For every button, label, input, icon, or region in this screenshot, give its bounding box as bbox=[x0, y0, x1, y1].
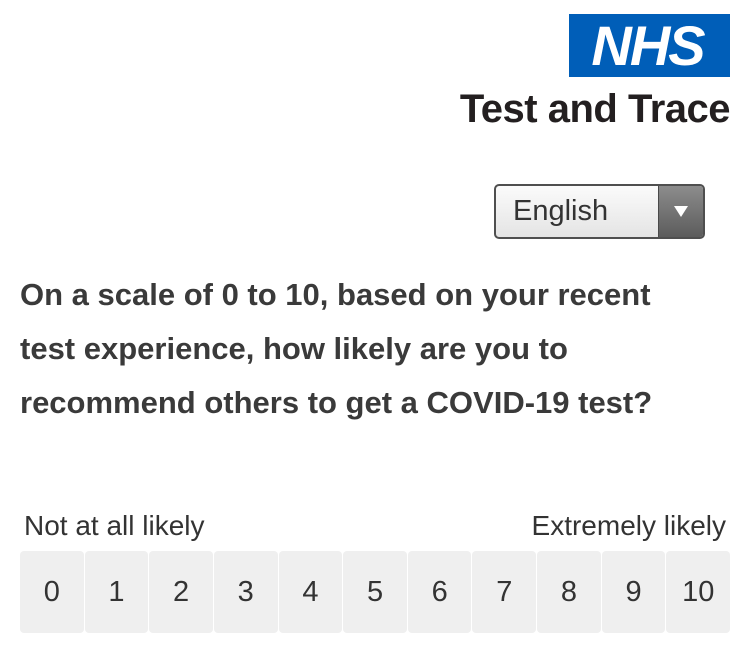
language-select-value: English bbox=[513, 195, 609, 227]
rating-option-9[interactable]: 9 bbox=[601, 551, 666, 633]
scale-labels: Not at all likely Extremely likely bbox=[24, 508, 726, 544]
survey-question: On a scale of 0 to 10, based on your rec… bbox=[20, 277, 653, 420]
rating-option-2[interactable]: 2 bbox=[149, 551, 213, 633]
service-name: Test and Trace bbox=[459, 87, 731, 131]
triangle-down-icon bbox=[658, 186, 703, 237]
rating-option-6[interactable]: 6 bbox=[407, 551, 472, 633]
rating-option-1[interactable]: 1 bbox=[84, 551, 149, 633]
rating-option-8[interactable]: 8 bbox=[537, 551, 601, 633]
rating-option-4[interactable]: 4 bbox=[278, 551, 343, 633]
rating-option-7[interactable]: 7 bbox=[472, 551, 537, 633]
rating-option-3[interactable]: 3 bbox=[213, 551, 278, 633]
scale-max-label: Extremely likely bbox=[531, 510, 726, 541]
language-select[interactable]: English bbox=[494, 184, 705, 239]
nhs-logo: NHS bbox=[569, 14, 730, 77]
triangle-down-icon-shape bbox=[674, 206, 688, 217]
rating-option-0[interactable]: 0 bbox=[20, 551, 84, 633]
rating-option-10[interactable]: 10 bbox=[666, 551, 731, 633]
header: NHS Test and Trace bbox=[459, 14, 731, 133]
rating-option-5[interactable]: 5 bbox=[343, 551, 407, 633]
scale-min-label: Not at all likely bbox=[24, 510, 205, 541]
rating-scale: 0 1 2 3 4 5 6 7 8 9 10 bbox=[20, 551, 731, 633]
